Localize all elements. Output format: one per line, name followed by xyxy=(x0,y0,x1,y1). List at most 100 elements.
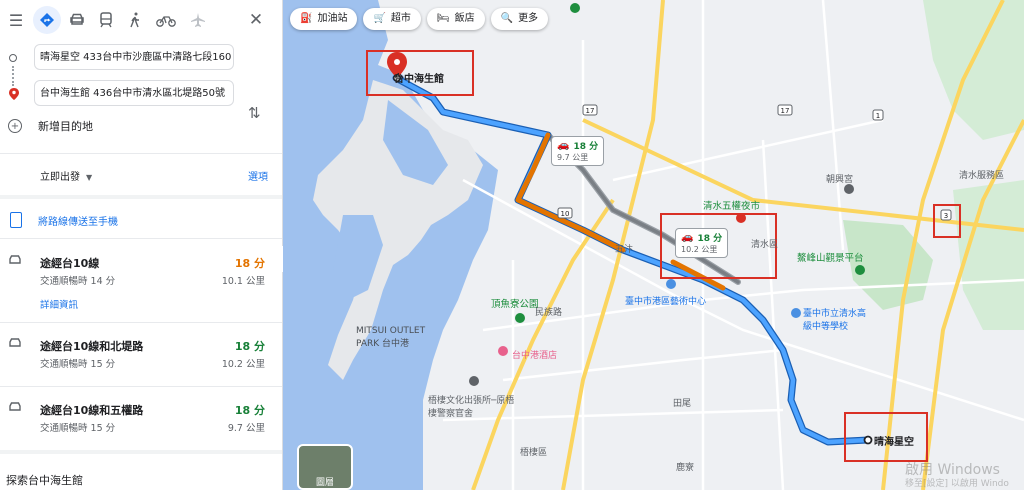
divider xyxy=(0,322,282,323)
divider xyxy=(0,450,282,454)
add-icon: + xyxy=(8,119,22,133)
divider xyxy=(0,153,282,154)
walking-mode-icon[interactable] xyxy=(121,6,149,34)
cart-icon: 🛒 xyxy=(373,13,386,24)
route-name: 途經台10線和五權路 xyxy=(40,404,144,417)
swap-icon[interactable]: ⇅ xyxy=(248,104,261,122)
category-chips: ⛽ 加油站 🛒 超市 🛏 飯店 🔍 更多 xyxy=(290,8,549,30)
caret-down-icon: ▼ xyxy=(86,173,93,182)
origin-circle-icon xyxy=(9,54,17,62)
origin-label: 晴海星空 xyxy=(874,437,914,448)
route-option-3[interactable]: 途經台10線和五權路 18 分 交通順暢時 15 分 9.7 公里 xyxy=(0,402,282,442)
gas-station-chip[interactable]: ⛽ 加油站 xyxy=(290,8,358,30)
place-label: MITSUI OUTLET PARK 台中港 xyxy=(356,326,426,349)
place-label: 五汴 xyxy=(615,245,634,255)
flight-mode-icon[interactable] xyxy=(184,6,212,34)
car-icon xyxy=(9,338,21,347)
place-label: 台中港酒店 xyxy=(512,351,558,361)
close-icon[interactable]: ✕ xyxy=(242,6,270,34)
bed-icon: 🛏 xyxy=(436,13,450,24)
car-icon xyxy=(70,13,84,25)
route-typical-time: 交通順暢時 15 分 xyxy=(40,423,116,434)
callout-row: 🚗 18 分 xyxy=(681,231,722,244)
explore-heading: 探索台中海生館 xyxy=(6,474,83,487)
depart-time-dropdown[interactable]: 立即出發 ▼ xyxy=(40,168,92,183)
route-typical-time: 交通順暢時 15 分 xyxy=(40,359,116,370)
windows-watermark-sub: 移至[設定] 以啟用 Windo xyxy=(905,479,1009,489)
car-icon: 🚗 xyxy=(557,140,570,151)
route-callout-1[interactable]: 🚗 18 分 9.7 公里 xyxy=(551,136,605,166)
car-icon xyxy=(9,402,21,411)
divider xyxy=(0,195,282,199)
route-option-2[interactable]: 途經台10線和北堤路 18 分 交通順暢時 15 分 10.2 公里 xyxy=(0,338,282,378)
transit-mode-icon[interactable] xyxy=(92,6,120,34)
place-label: 民族路 xyxy=(535,308,563,318)
callout-distance: 9.7 公里 xyxy=(557,153,589,162)
annotation-box xyxy=(933,204,961,238)
chip-label: 超市 xyxy=(390,13,411,24)
place-label: 清水區 xyxy=(751,240,779,250)
place-label: 清水五權夜市 xyxy=(703,201,761,212)
destination-input[interactable]: 台中海生館 436台中市清水區北堤路50號 xyxy=(34,80,234,106)
divider xyxy=(0,386,282,387)
travel-mode-bar: ☰ ✕ xyxy=(0,0,282,40)
depart-label: 立即出發 xyxy=(40,172,80,183)
route-time: 18 分 xyxy=(234,404,265,417)
place-label: 田尾 xyxy=(673,399,692,409)
chip-label: 更多 xyxy=(518,13,539,24)
train-icon xyxy=(100,12,112,28)
driving-mode-icon[interactable] xyxy=(33,6,61,34)
svg-text:1: 1 xyxy=(876,112,880,120)
route-dots xyxy=(12,66,16,86)
callout-time: 18 分 xyxy=(697,234,723,244)
layers-button[interactable]: 圖層 xyxy=(297,444,353,490)
map-canvas[interactable]: 10 17 17 1 3 台中海生館 晴海星空 🚗 18 分 9.7 公里 🚗 … xyxy=(283,0,1024,490)
route-option-1[interactable]: 途經台10線 18 分 交通順暢時 14 分 10.1 公里 詳細資訊 xyxy=(0,255,282,315)
place-label: 頂魚寮公園 xyxy=(491,299,539,310)
svg-text:17: 17 xyxy=(586,107,595,115)
hotel-chip[interactable]: 🛏 飯店 xyxy=(426,8,485,30)
directions-icon xyxy=(40,13,54,27)
place-label: 梧棲文化出張所─原梧棲警察官舍 xyxy=(428,396,515,419)
route-name: 途經台10線和北堤路 xyxy=(40,340,144,353)
callout-distance: 10.2 公里 xyxy=(681,245,718,254)
place-label: 鹿寮 xyxy=(676,463,695,473)
cycling-mode-icon[interactable] xyxy=(152,6,180,34)
divider xyxy=(0,238,282,239)
route-inputs: 晴海星空 433台中市沙鹿區中清路七段160 台中海生館 436台中市清水區北堤… xyxy=(0,40,282,150)
supermarket-chip[interactable]: 🛒 超市 xyxy=(363,8,421,30)
svg-text:17: 17 xyxy=(781,107,790,115)
place-label: 朝興宮 xyxy=(826,175,854,185)
route-callout-2[interactable]: 🚗 18 分 10.2 公里 xyxy=(675,228,729,258)
airplane-icon xyxy=(191,13,205,27)
svg-text:10: 10 xyxy=(561,210,570,218)
origin-input[interactable]: 晴海星空 433台中市沙鹿區中清路七段160 xyxy=(34,44,234,70)
bicycle-icon xyxy=(156,16,176,27)
route-distance: 10.2 公里 xyxy=(221,359,265,370)
more-chip[interactable]: 🔍 更多 xyxy=(490,8,549,30)
chip-label: 加油站 xyxy=(317,13,348,24)
add-destination-label: 新增目的地 xyxy=(38,120,93,133)
car-mode-icon[interactable] xyxy=(63,6,91,34)
route-typical-time: 交通順暢時 14 分 xyxy=(40,276,116,287)
gas-station-icon: ⛽ xyxy=(300,13,313,24)
place-label: 梧棲區 xyxy=(520,448,548,458)
options-link[interactable]: 選項 xyxy=(248,168,268,183)
send-to-phone-label: 將路線傳送至手機 xyxy=(38,216,118,228)
route-distance: 9.7 公里 xyxy=(227,423,265,434)
car-icon: 🚗 xyxy=(681,232,694,243)
place-label: 清水服務區 xyxy=(959,171,1005,181)
menu-icon[interactable]: ☰ xyxy=(2,6,30,34)
car-icon xyxy=(9,255,21,264)
route-details-link[interactable]: 詳細資訊 xyxy=(40,297,78,311)
place-label: 臺中市立清水高級中等學校 xyxy=(803,309,867,332)
walk-icon xyxy=(130,12,139,28)
send-to-phone-button[interactable]: 將路線傳送至手機 xyxy=(10,212,118,228)
callout-time: 18 分 xyxy=(573,142,599,152)
route-name: 途經台10線 xyxy=(40,257,100,270)
destination-pin-icon xyxy=(9,85,19,104)
add-destination-button[interactable]: + 新增目的地 xyxy=(8,118,93,134)
phone-icon xyxy=(10,212,22,228)
destination-label: 台中海生館 xyxy=(394,74,444,85)
route-time: 18 分 xyxy=(234,340,265,353)
